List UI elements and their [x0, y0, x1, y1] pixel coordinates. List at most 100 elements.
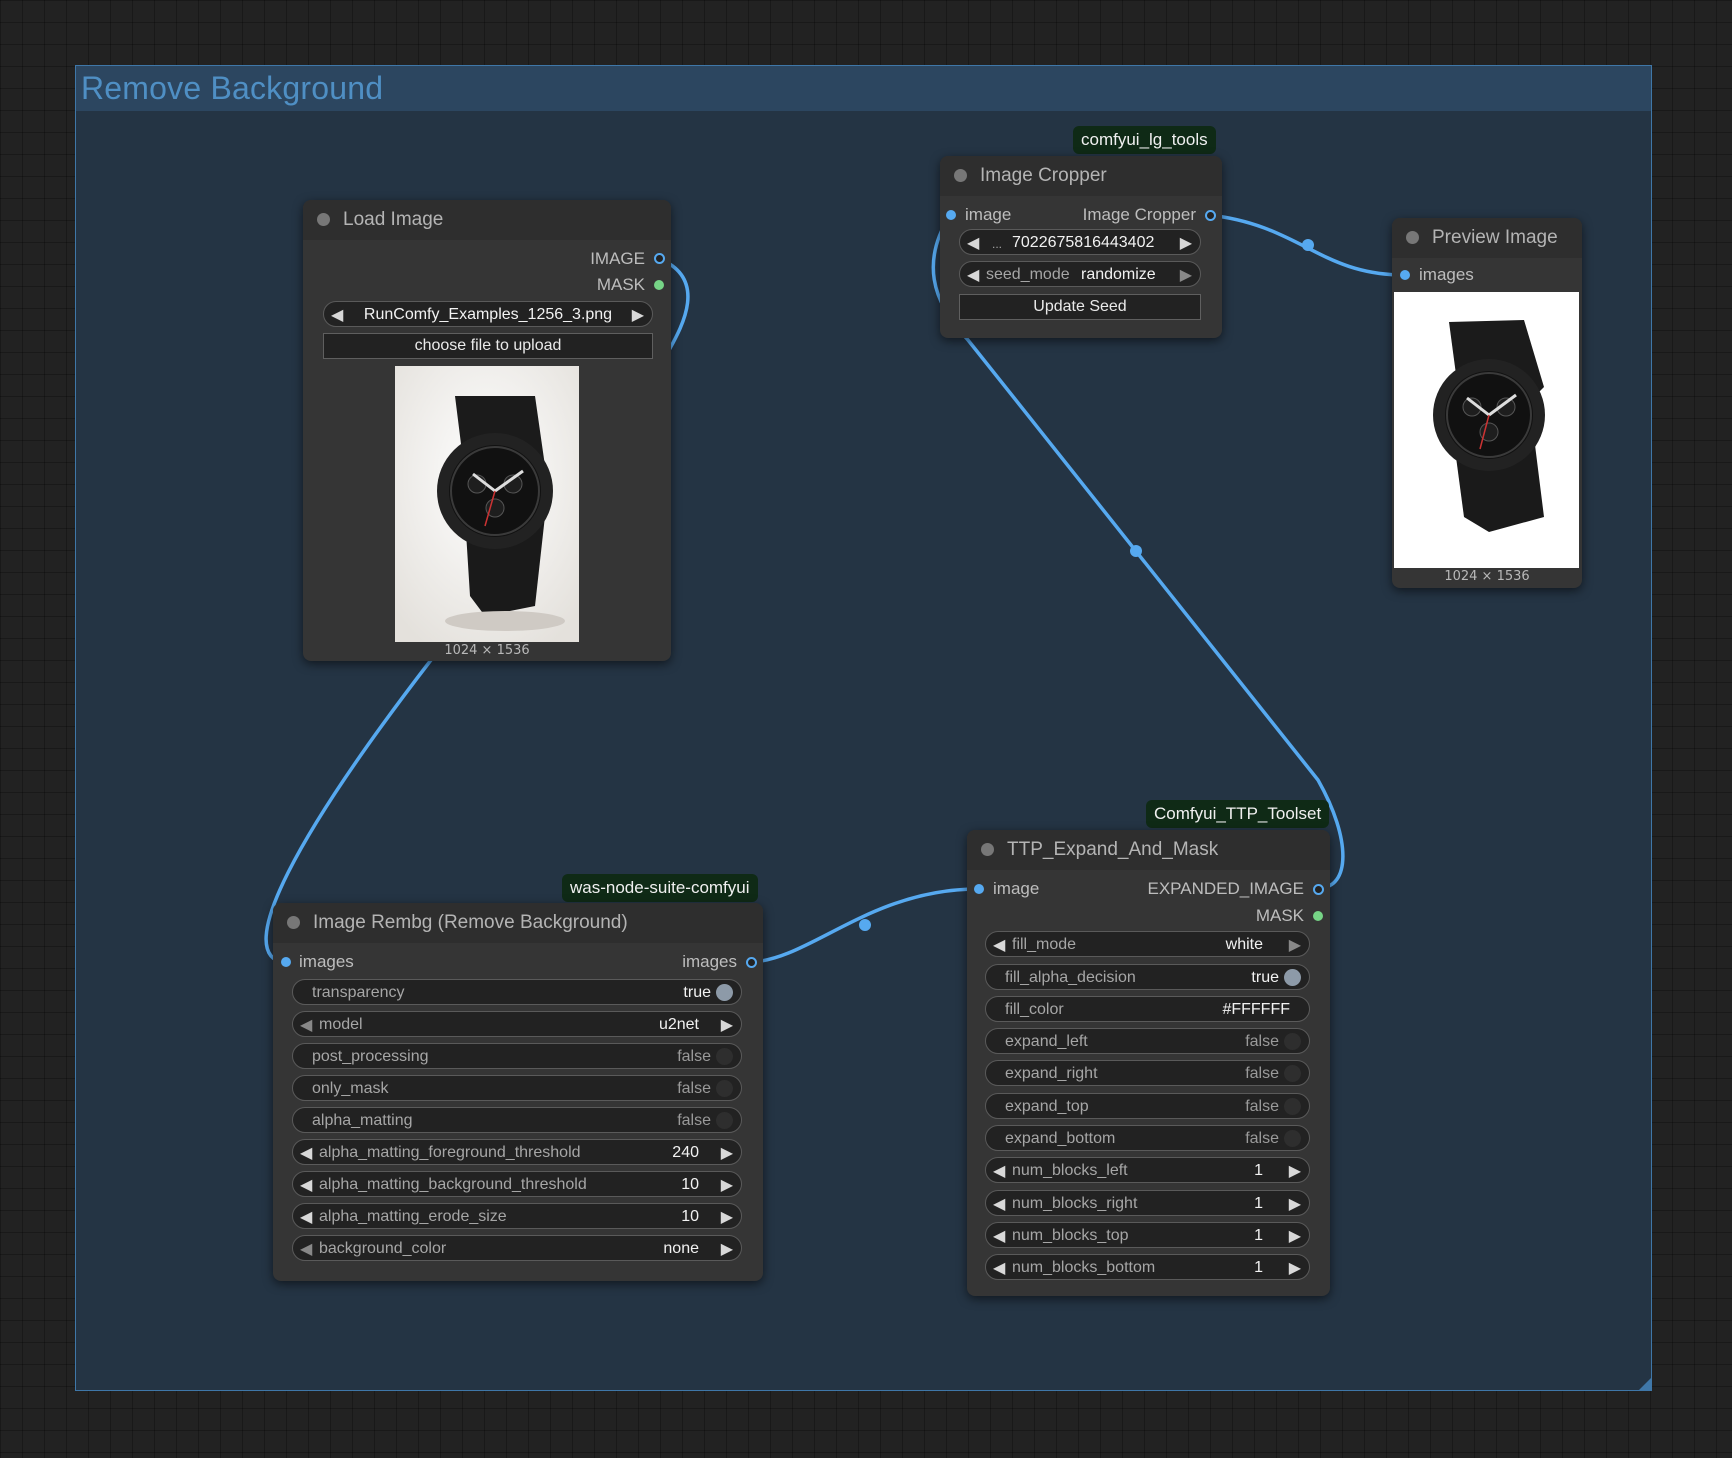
toggle-knob-icon[interactable]	[1284, 1098, 1301, 1115]
widget-num-blocks-right[interactable]: ◀ num_blocks_right 1 ▶	[985, 1190, 1310, 1216]
widget-num-blocks-bottom[interactable]: ◀ num_blocks_bottom 1 ▶	[985, 1254, 1310, 1280]
toggle-knob-icon[interactable]	[1284, 969, 1301, 986]
widget-erode-size[interactable]: ◀ alpha_matting_erode_size 10 ▶	[292, 1203, 742, 1229]
widget-label: alpha_matting_erode_size	[319, 1208, 507, 1225]
arrow-left-icon[interactable]: ◀	[993, 1194, 1005, 1214]
arrow-left-icon[interactable]: ◀	[300, 1175, 312, 1195]
arrow-left-icon[interactable]: ◀	[967, 233, 979, 253]
node-header[interactable]: Image Rembg (Remove Background)	[273, 903, 763, 943]
arrow-right-icon[interactable]: ▶	[1180, 233, 1192, 253]
widget-value: 1	[1254, 1227, 1263, 1244]
update-seed-button[interactable]: Update Seed	[959, 294, 1201, 320]
group-resize-handle[interactable]	[1639, 1378, 1651, 1390]
collapse-dot-icon[interactable]	[317, 213, 330, 226]
input-port-images[interactable]	[1400, 270, 1410, 280]
toggle-knob-icon[interactable]	[716, 1112, 733, 1129]
arrow-left-icon[interactable]: ◀	[300, 1207, 312, 1227]
input-port-image[interactable]	[946, 210, 956, 220]
input-port-images[interactable]	[281, 957, 291, 967]
badge-ttp-toolset: Comfyui_TTP_Toolset	[1146, 800, 1330, 828]
widget-value: 1	[1254, 1162, 1263, 1179]
toggle-knob-icon[interactable]	[716, 1080, 733, 1097]
collapse-dot-icon[interactable]	[287, 916, 300, 929]
widget-foreground-threshold[interactable]: ◀ alpha_matting_foreground_threshold 240…	[292, 1139, 742, 1165]
toggle-knob-icon[interactable]	[1284, 1065, 1301, 1082]
widget-num-blocks-top[interactable]: ◀ num_blocks_top 1 ▶	[985, 1222, 1310, 1248]
arrow-left-icon[interactable]: ◀	[993, 1258, 1005, 1278]
node-header[interactable]: Image Cropper	[940, 156, 1222, 196]
arrow-right-icon[interactable]: ▶	[721, 1015, 733, 1035]
widget-alpha-matting[interactable]: alpha_matting false	[292, 1107, 742, 1133]
toggle-knob-icon[interactable]	[716, 1048, 733, 1065]
output-port-mask[interactable]	[654, 280, 664, 290]
toggle-knob-icon[interactable]	[1284, 1033, 1301, 1050]
node-image-cropper[interactable]: Image Cropper image Image Cropper ◀ ... …	[940, 156, 1222, 338]
collapse-dot-icon[interactable]	[1406, 231, 1419, 244]
arrow-left-icon[interactable]: ◀	[300, 1143, 312, 1163]
widget-background-threshold[interactable]: ◀ alpha_matting_background_threshold 10 …	[292, 1171, 742, 1197]
widget-fill-alpha-decision[interactable]: fill_alpha_decision true	[985, 964, 1310, 990]
output-port-expanded-image[interactable]	[1313, 884, 1324, 895]
collapse-dot-icon[interactable]	[981, 843, 994, 856]
input-port-image[interactable]	[974, 884, 984, 894]
arrow-right-icon[interactable]: ▶	[1289, 1161, 1301, 1181]
arrow-left-icon[interactable]: ◀	[300, 1239, 312, 1259]
arrow-right-icon[interactable]: ▶	[1289, 1258, 1301, 1278]
node-load-image[interactable]: Load Image IMAGE MASK ◀ RunComfy_Example…	[303, 200, 671, 661]
widget-expand-right[interactable]: expand_right false	[985, 1060, 1310, 1086]
input-label-images: images	[1419, 265, 1474, 284]
widget-model[interactable]: ◀ model u2net ▶	[292, 1011, 742, 1037]
seed-mode-widget[interactable]: ◀ seed_mode randomize ▶	[959, 261, 1201, 287]
widget-post-processing[interactable]: post_processing false	[292, 1043, 742, 1069]
badge-was-node-suite: was-node-suite-comfyui	[562, 874, 758, 902]
output-port-mask[interactable]	[1313, 911, 1323, 921]
arrow-right-icon[interactable]: ▶	[1289, 1226, 1301, 1246]
arrow-right-icon[interactable]: ▶	[721, 1143, 733, 1163]
seed-widget[interactable]: ◀ ... 7022675816443402 ▶	[959, 229, 1201, 255]
output-port-image-cropper[interactable]	[1205, 210, 1216, 221]
output-label-mask: MASK	[596, 275, 645, 294]
arrow-left-icon[interactable]: ◀	[993, 1226, 1005, 1246]
group-header[interactable]: Remove Background	[76, 66, 1651, 111]
node-header[interactable]: Load Image	[303, 200, 671, 240]
toggle-knob-icon[interactable]	[1284, 1130, 1301, 1147]
arrow-right-icon[interactable]: ▶	[632, 305, 644, 325]
arrow-right-icon[interactable]: ▶	[1180, 265, 1192, 285]
widget-value: false	[1245, 1130, 1279, 1147]
arrow-right-icon[interactable]: ▶	[1289, 1194, 1301, 1214]
widget-value: false	[1245, 1098, 1279, 1115]
output-port-images[interactable]	[746, 957, 757, 968]
node-preview-image[interactable]: Preview Image images 1024 × 1536	[1392, 218, 1582, 588]
collapse-dot-icon[interactable]	[954, 169, 967, 182]
widget-expand-left[interactable]: expand_left false	[985, 1028, 1310, 1054]
arrow-left-icon[interactable]: ◀	[967, 265, 979, 285]
output-label-images: images	[682, 952, 737, 971]
output-port-image[interactable]	[654, 253, 665, 264]
arrow-right-icon[interactable]: ▶	[721, 1239, 733, 1259]
node-header[interactable]: TTP_Expand_And_Mask	[967, 830, 1330, 870]
node-image-rembg[interactable]: Image Rembg (Remove Background) images i…	[273, 903, 763, 1281]
arrow-left-icon[interactable]: ◀	[993, 935, 1005, 955]
arrow-left-icon[interactable]: ◀	[300, 1015, 312, 1035]
widget-transparency[interactable]: transparency true	[292, 979, 742, 1005]
arrow-left-icon[interactable]: ◀	[993, 1161, 1005, 1181]
widget-expand-top[interactable]: expand_top false	[985, 1093, 1310, 1119]
arrow-right-icon[interactable]: ▶	[721, 1207, 733, 1227]
arrow-right-icon[interactable]: ▶	[721, 1175, 733, 1195]
seed-value: 7022675816443402	[1012, 234, 1155, 251]
input-label-image: image	[965, 205, 1012, 224]
widget-fill-mode[interactable]: ◀ fill_mode white ▶	[985, 931, 1310, 957]
file-select[interactable]: ◀ RunComfy_Examples_1256_3.png ▶	[323, 301, 653, 327]
arrow-left-icon[interactable]: ◀	[331, 305, 343, 325]
widget-num-blocks-left[interactable]: ◀ num_blocks_left 1 ▶	[985, 1157, 1310, 1183]
widget-only-mask[interactable]: only_mask false	[292, 1075, 742, 1101]
upload-button[interactable]: choose file to upload	[323, 333, 653, 359]
widget-fill-color[interactable]: fill_color #FFFFFF	[985, 996, 1310, 1022]
toggle-knob-icon[interactable]	[716, 984, 733, 1001]
arrow-right-icon[interactable]: ▶	[1289, 935, 1301, 955]
node-header[interactable]: Preview Image	[1392, 218, 1582, 258]
widget-expand-bottom[interactable]: expand_bottom false	[985, 1125, 1310, 1151]
widget-value: 10	[681, 1208, 699, 1225]
node-ttp-expand-and-mask[interactable]: TTP_Expand_And_Mask image EXPANDED_IMAGE…	[967, 830, 1330, 1296]
widget-background-color[interactable]: ◀ background_color none ▶	[292, 1235, 742, 1261]
